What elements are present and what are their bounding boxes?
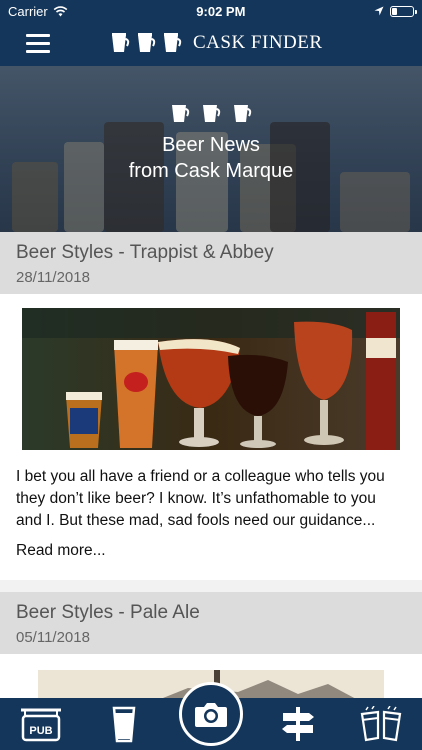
pint-glass-icon [112,706,135,743]
battery-icon [390,5,417,17]
wifi-icon [53,5,68,16]
cask-logo-icon [110,32,183,54]
article-date: 28/11/2018 [16,269,90,286]
brand: CASK FINDER [110,32,323,54]
article-card[interactable]: Beer Styles - Trappist & Abbey 28/11/201… [0,232,422,580]
tab-cheers[interactable] [351,698,411,750]
article-date: 05/11/2018 [16,629,90,646]
location-arrow-icon [374,6,384,16]
article-header[interactable]: Beer Styles - Pale Ale 05/11/2018 [0,592,422,654]
article-excerpt: I bet you all have a friend or a colleag… [16,468,385,529]
clock: 9:02 PM [196,3,246,19]
tab-beers[interactable] [94,698,154,750]
hero-logo-icon [0,102,422,124]
read-more-link[interactable]: Read more... [16,542,106,560]
camera-button[interactable] [179,682,243,746]
nav-header: CASK FINDER [0,22,422,66]
app-title: CASK FINDER [193,32,323,53]
article-header[interactable]: Beer Styles - Trappist & Abbey 28/11/201… [0,232,422,294]
status-bar: Carrier 9:02 PM [0,0,422,22]
pub-sign-icon: PUB [21,708,62,742]
pub-label: PUB [30,725,53,737]
hero-banner: Beer News from Cask Marque [0,66,422,232]
menu-button[interactable] [26,34,50,54]
signpost-icon [282,707,315,741]
hero-title-line1: Beer News [162,134,260,156]
tab-pubs[interactable]: PUB [11,698,71,750]
article-title[interactable]: Beer Styles - Trappist & Abbey [16,242,406,264]
carrier-label: Carrier [8,3,48,19]
hero-title-line2: from Cask Marque [128,160,294,182]
tab-directions[interactable] [268,698,328,750]
cheers-icon [360,706,402,742]
top-bar: Carrier 9:02 PM CASK FINDER [0,0,422,66]
article-title[interactable]: Beer Styles - Pale Ale [16,602,406,624]
camera-icon [195,703,227,727]
article-image[interactable] [22,308,400,450]
news-feed[interactable]: Beer Styles - Trappist & Abbey 28/11/201… [0,232,422,698]
